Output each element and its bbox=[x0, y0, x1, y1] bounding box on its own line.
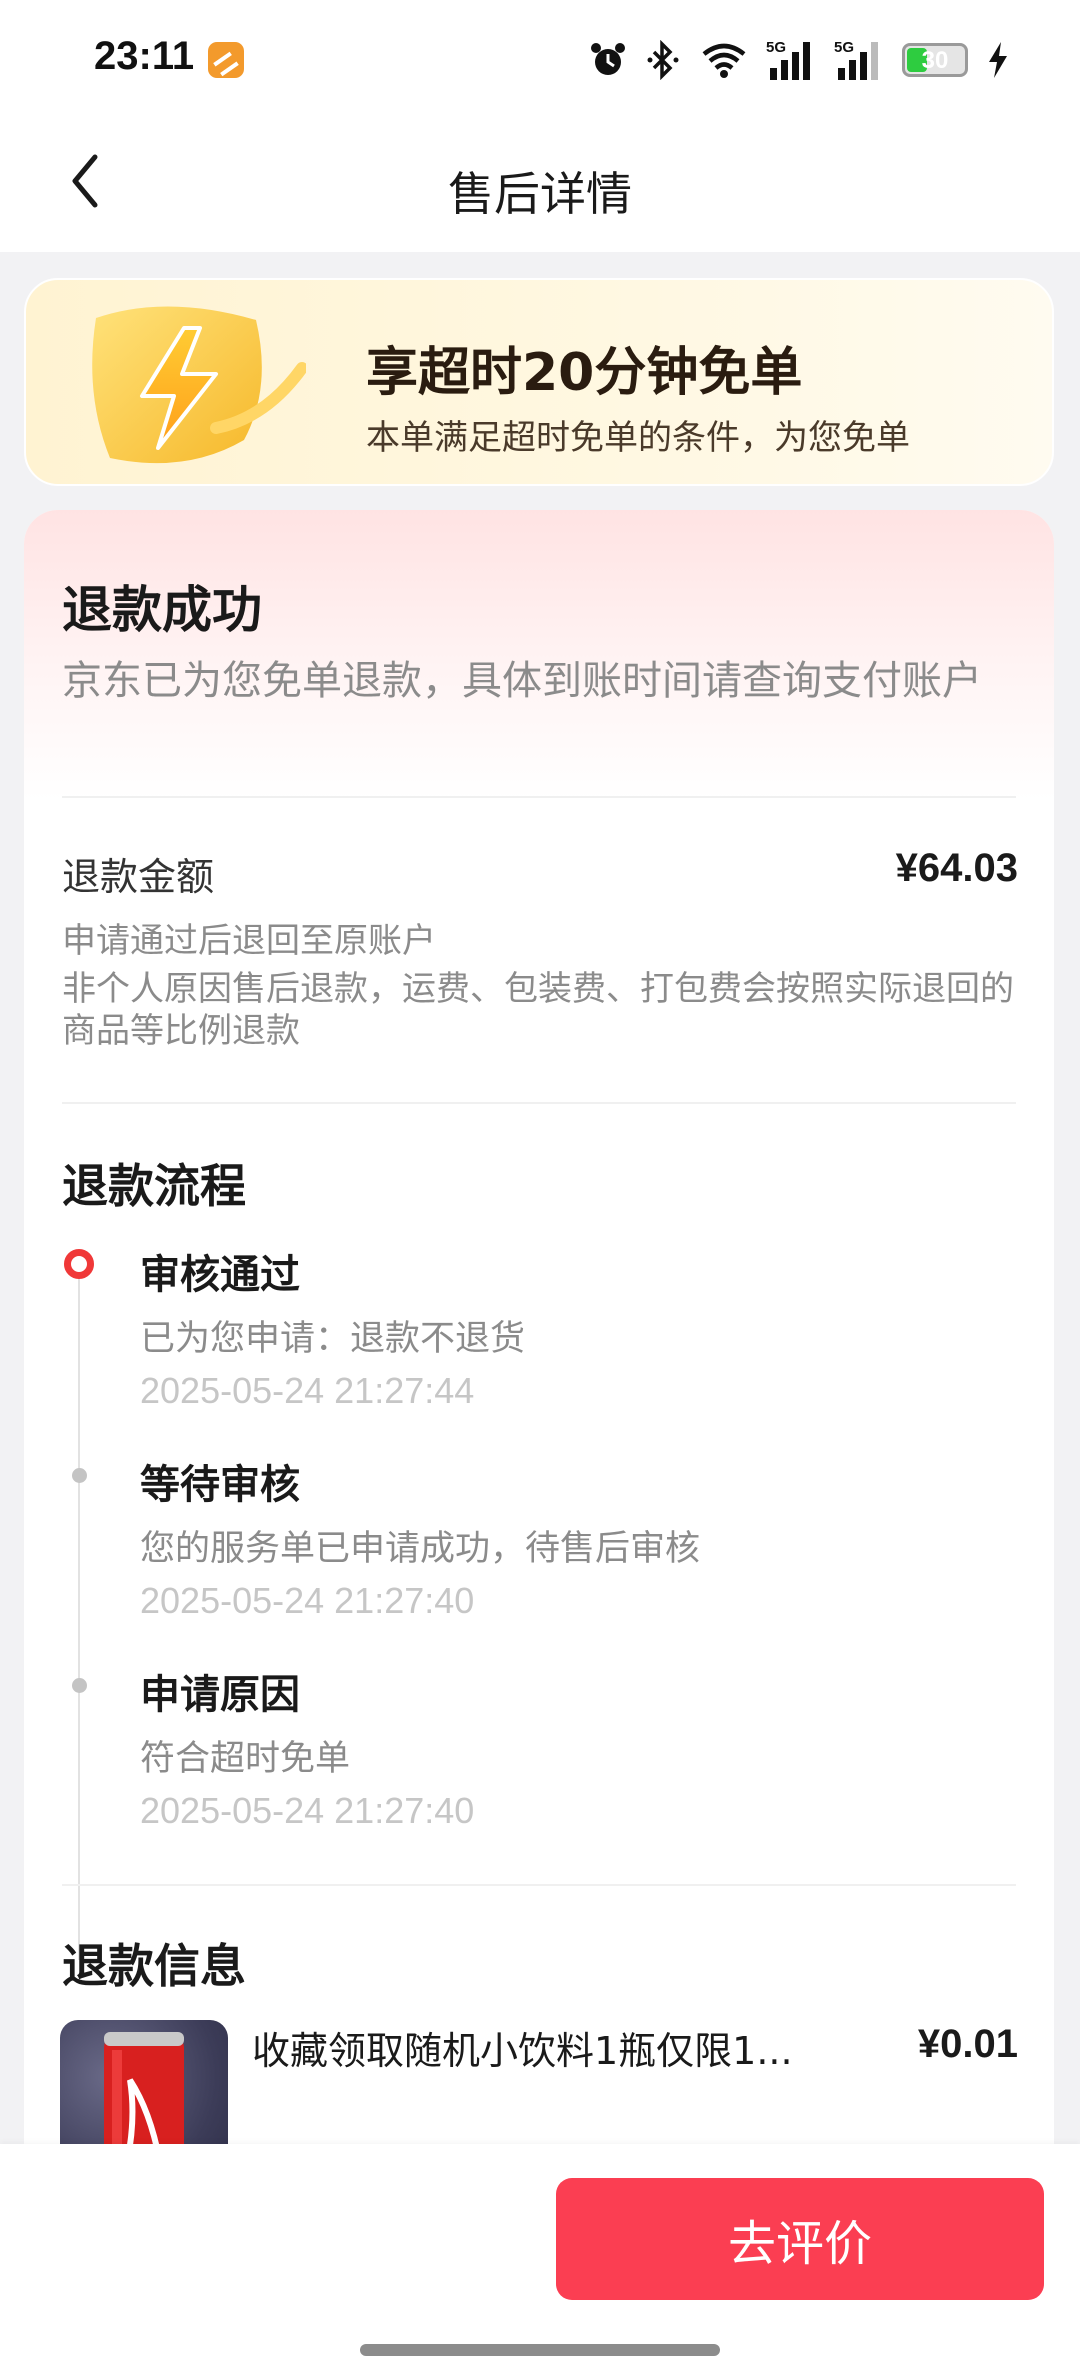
charging-icon bbox=[989, 42, 1007, 78]
refund-note-1: 申请通过后退回至原账户 bbox=[62, 921, 436, 961]
bottom-action-bar: 去评价 bbox=[0, 2144, 1080, 2374]
timeline-step-desc: 已为您申请：退款不退货 bbox=[140, 1319, 526, 1359]
timeline-step-time: 2025-05-24 21:27:40 bbox=[140, 1580, 475, 1621]
timeline-step-title: 等待审核 bbox=[140, 1462, 300, 1508]
promo-title: 享超时20分钟免单 bbox=[366, 343, 803, 403]
product-price: ¥0.01 bbox=[917, 2022, 1018, 2066]
timeline-dot bbox=[72, 1678, 87, 1693]
battery-level: 30 bbox=[921, 47, 949, 74]
timeline-step-title: 申请原因 bbox=[140, 1672, 300, 1718]
refund-note-2: 非个人原因售后退款，运费、包装费、打包费会按照实际退回的商品等比例退款 bbox=[62, 969, 1014, 1051]
refund-amount-value: ¥64.03 bbox=[895, 846, 1018, 890]
page-title: 售后详情 bbox=[448, 167, 632, 221]
app-badge-icon bbox=[208, 42, 244, 78]
status-time: 23:11 bbox=[94, 34, 195, 78]
divider bbox=[62, 796, 1016, 798]
promo-banner[interactable]: 享超时20分钟免单 本单满足超时免单的条件，为您免单 bbox=[24, 278, 1054, 486]
refund-status-title: 退款成功 bbox=[62, 581, 262, 639]
wifi-icon bbox=[702, 43, 746, 78]
refund-process-title: 退款流程 bbox=[62, 1159, 246, 1213]
nav-bar: 售后详情 bbox=[0, 120, 1080, 252]
signal-5g-icon-2: 5G bbox=[834, 39, 878, 80]
refund-status-desc: 京东已为您免单退款，具体到账时间请查询支付账户 bbox=[62, 658, 982, 704]
home-indicator[interactable] bbox=[360, 2344, 720, 2356]
signal-5g-icon: 5G bbox=[766, 39, 810, 80]
promo-subtitle: 本单满足超时免单的条件，为您免单 bbox=[366, 418, 910, 458]
timeline-line bbox=[78, 1260, 80, 1960]
refund-amount-label: 退款金额 bbox=[62, 855, 215, 899]
lightning-shield-icon bbox=[92, 306, 306, 464]
timeline-step-time: 2025-05-24 21:27:40 bbox=[140, 1790, 475, 1831]
status-icons: 5G 5G 30 bbox=[588, 36, 1010, 84]
svg-text:5G: 5G bbox=[834, 39, 854, 56]
timeline-step-desc: 符合超时免单 bbox=[140, 1739, 351, 1779]
refund-detail-card: 退款成功 京东已为您免单退款，具体到账时间请查询支付账户 退款金额 ¥64.03… bbox=[24, 510, 1054, 2210]
timeline-step-desc: 您的服务单已申请成功，待售后审核 bbox=[140, 1529, 701, 1569]
bluetooth-icon bbox=[647, 40, 679, 80]
status-bar: 23:11 5G 5G 30 bbox=[0, 0, 1080, 120]
product-name[interactable]: 收藏领取随机小饮料1瓶仅限1... bbox=[252, 2020, 812, 2075]
svg-text:5G: 5G bbox=[766, 39, 786, 56]
timeline-step-title: 审核通过 bbox=[140, 1252, 300, 1298]
refund-info-title: 退款信息 bbox=[62, 1939, 246, 1993]
divider bbox=[62, 1102, 1016, 1104]
alarm-icon bbox=[591, 43, 625, 75]
card-header-bg bbox=[24, 510, 1054, 800]
timeline-step-time: 2025-05-24 21:27:44 bbox=[140, 1370, 475, 1411]
battery-icon: 30 bbox=[902, 43, 968, 77]
divider bbox=[62, 1884, 1016, 1886]
review-button[interactable]: 去评价 bbox=[556, 2178, 1044, 2300]
timeline-dot bbox=[72, 1468, 87, 1483]
timeline-dot-active bbox=[64, 1249, 94, 1279]
